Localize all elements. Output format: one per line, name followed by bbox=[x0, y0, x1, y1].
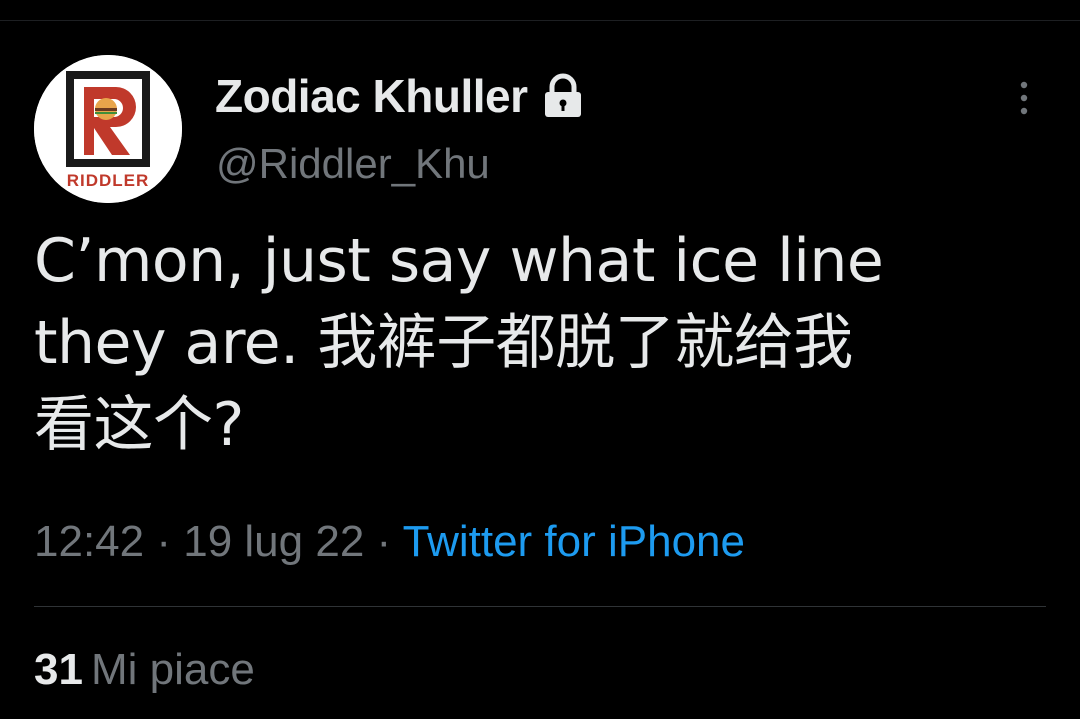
riddler-logo: RIDDLER bbox=[34, 55, 182, 203]
tweet-source-link[interactable]: Twitter for iPhone bbox=[403, 517, 745, 566]
author-name-row: Zodiac Khuller bbox=[215, 66, 585, 126]
tweet-text: C’mon, just say what ice line they are. … bbox=[34, 226, 884, 460]
more-vertical-icon[interactable] bbox=[1006, 76, 1042, 120]
tweet-date[interactable]: 19 lug 22 bbox=[183, 517, 364, 566]
meta-separator: · bbox=[376, 517, 392, 566]
tweet-time[interactable]: 12:42 bbox=[34, 517, 144, 566]
top-divider bbox=[0, 20, 1080, 21]
display-name[interactable]: Zodiac Khuller bbox=[215, 69, 528, 123]
likes-stat[interactable]: 31 Mi piace bbox=[34, 640, 255, 700]
tweet-metadata: 12:42 · 19 lug 22 · Twitter for iPhone bbox=[34, 512, 745, 572]
avatar-wordmark: RIDDLER bbox=[67, 171, 150, 190]
user-handle[interactable]: @Riddler_Khu bbox=[216, 140, 490, 188]
stats-divider bbox=[34, 606, 1046, 607]
meta-separator: · bbox=[156, 517, 171, 566]
likes-label: Mi piace bbox=[90, 645, 255, 694]
likes-count: 31 bbox=[34, 645, 83, 694]
lock-icon bbox=[541, 73, 585, 119]
avatar[interactable]: RIDDLER bbox=[34, 55, 182, 203]
